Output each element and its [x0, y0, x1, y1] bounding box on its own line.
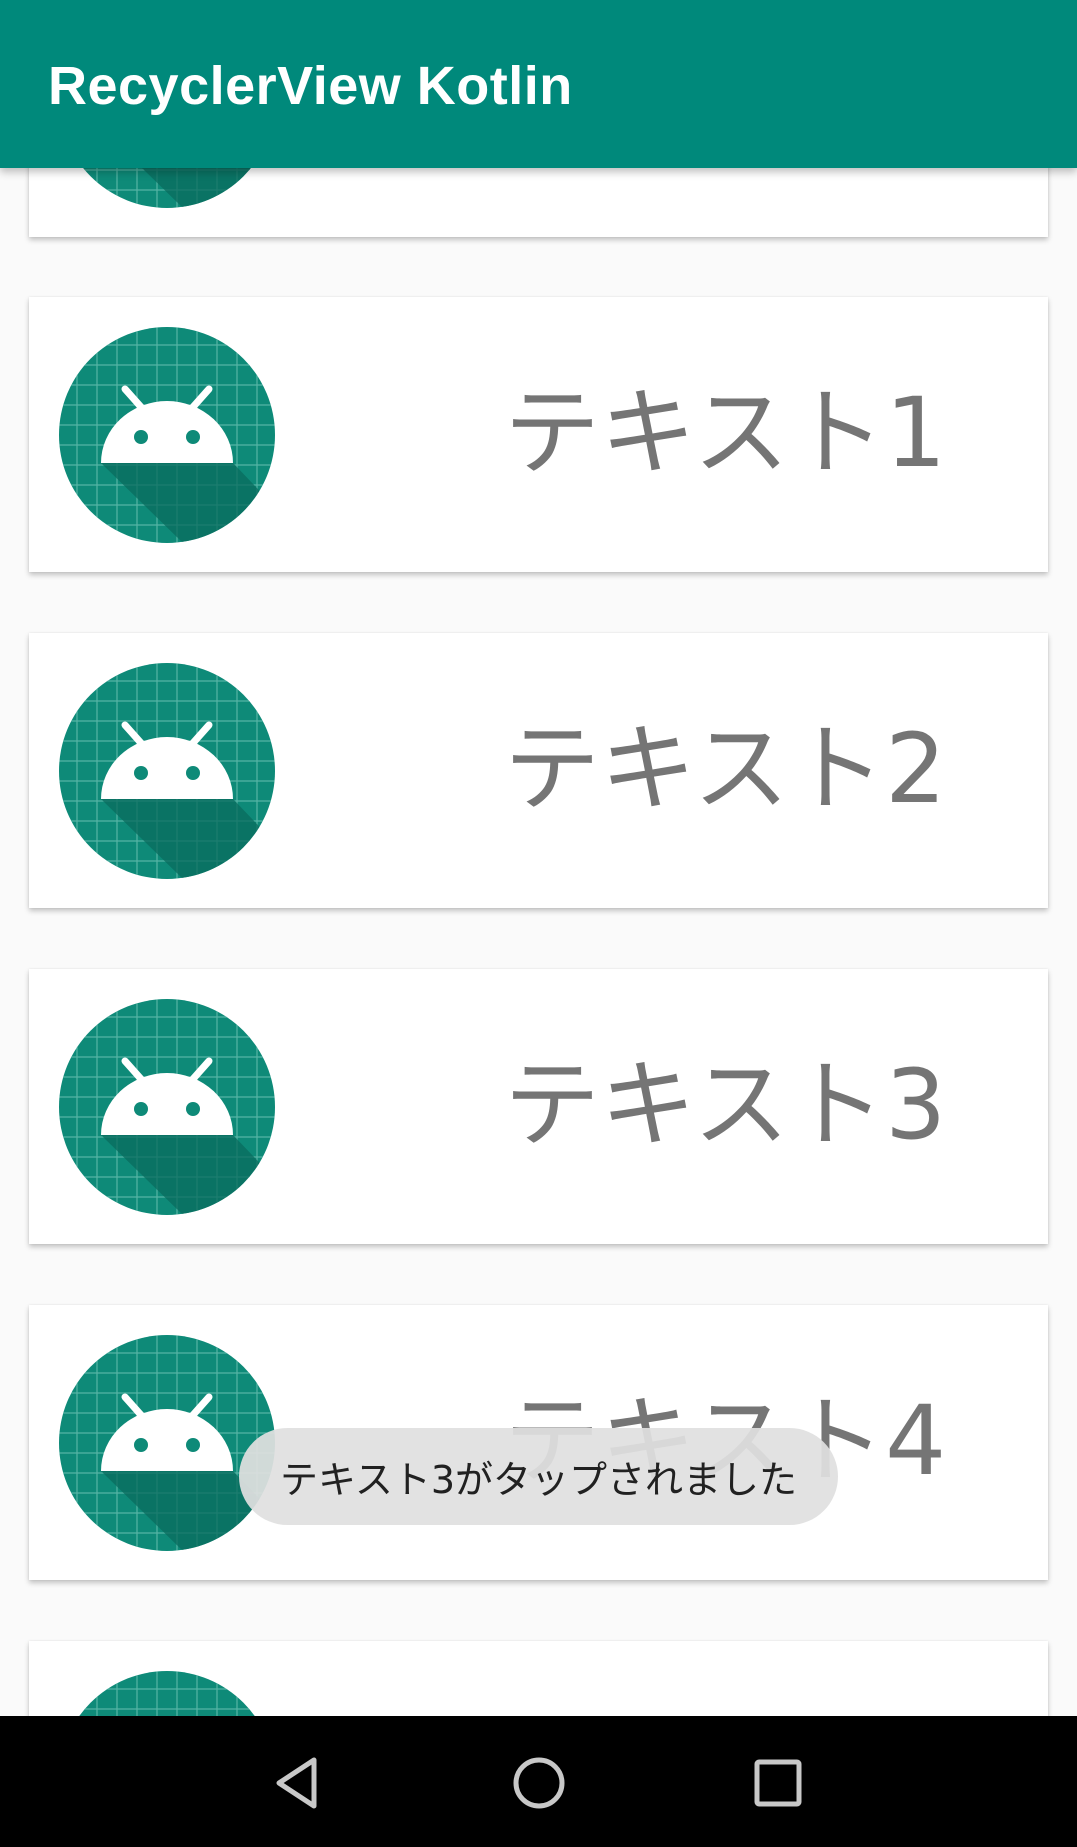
circle-home-icon: [513, 1757, 565, 1809]
list-item-label: テキスト2: [504, 713, 947, 825]
android-launcher-icon: [59, 1671, 275, 1716]
android-launcher-icon: [59, 327, 275, 543]
home-button[interactable]: [504, 1748, 574, 1818]
android-launcher-icon: [59, 1335, 275, 1551]
list-item[interactable]: [29, 1641, 1048, 1716]
list-item-label: テキスト3: [504, 1049, 947, 1161]
list-item[interactable]: テキスト2: [29, 633, 1048, 908]
toast-text: テキスト3がタップされました: [279, 1458, 798, 1502]
triangle-back-icon: [276, 1757, 317, 1809]
android-launcher-icon: [59, 663, 275, 879]
app-bar: RecyclerView Kotlin: [0, 0, 1077, 168]
list-item-label: テキスト1: [504, 377, 947, 489]
system-nav-bar: [0, 1716, 1077, 1847]
app-title: RecyclerView Kotlin: [48, 56, 573, 116]
android-launcher-icon: [59, 999, 275, 1215]
list-item[interactable]: テキスト1: [29, 297, 1048, 572]
back-button[interactable]: [264, 1748, 334, 1818]
list-item[interactable]: テキスト3: [29, 969, 1048, 1244]
square-recents-icon: [754, 1759, 802, 1807]
toast-message: テキスト3がタップされました: [239, 1428, 838, 1525]
recents-button[interactable]: [743, 1748, 813, 1818]
